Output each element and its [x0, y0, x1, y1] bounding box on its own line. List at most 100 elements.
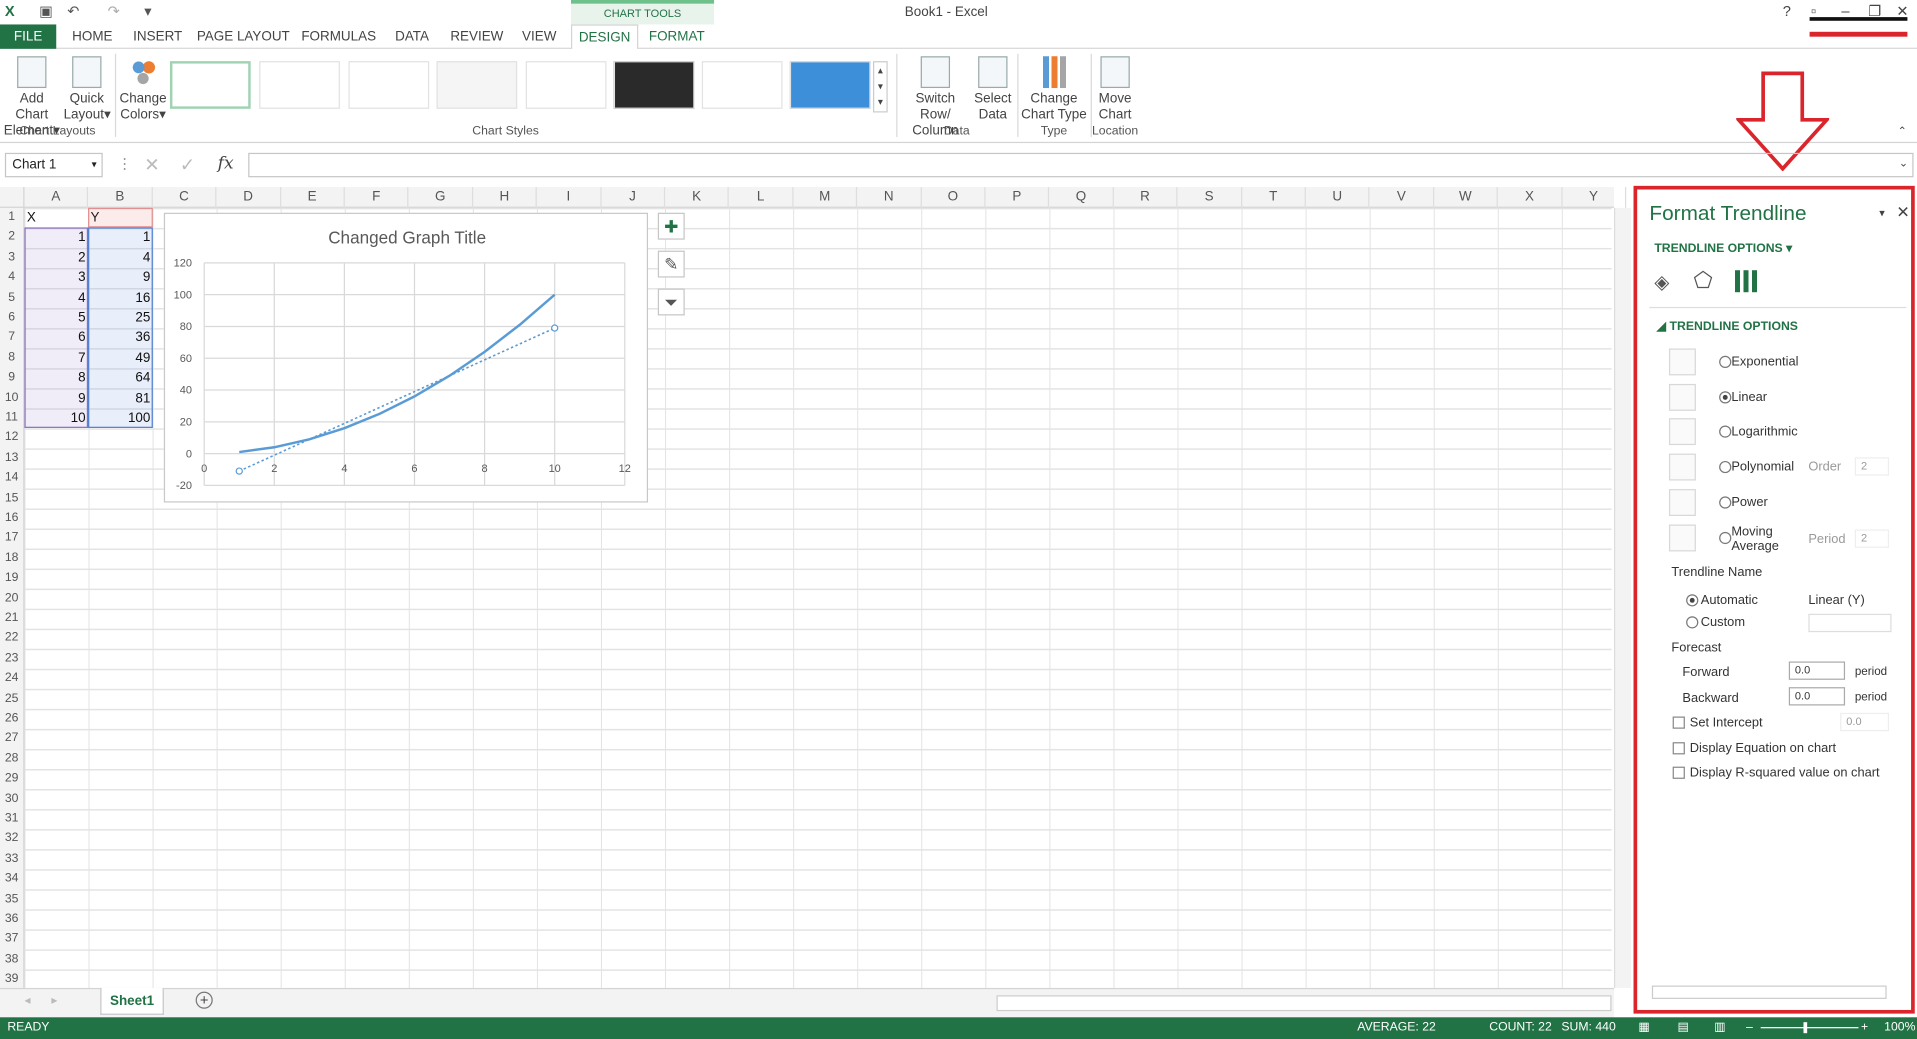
trendline-option-row[interactable]: Linear: [1637, 381, 1906, 413]
chart-style-2[interactable]: [259, 61, 340, 109]
row-header[interactable]: 29: [0, 769, 23, 789]
cell-y-value[interactable]: 36: [88, 328, 150, 348]
change-colors-button[interactable]: Change Colors▾: [119, 56, 168, 123]
row-header[interactable]: 6: [0, 308, 23, 328]
row-header[interactable]: 30: [0, 789, 23, 809]
intercept-input[interactable]: 0.0: [1840, 712, 1890, 732]
row-header[interactable]: 10: [0, 388, 23, 408]
chart-title[interactable]: Changed Graph Title: [328, 228, 486, 247]
cell-x-value[interactable]: 1: [24, 228, 85, 248]
row-header[interactable]: 33: [0, 850, 23, 870]
tab-review[interactable]: REVIEW: [446, 24, 507, 48]
row-header[interactable]: 11: [0, 408, 23, 428]
effects-icon[interactable]: ⬠: [1693, 268, 1712, 294]
chart-object[interactable]: Changed Graph Title -20 0 20 40 60 80 100 120 0 2…: [163, 212, 649, 503]
trendline-options-section[interactable]: ◢ TRENDLINE OPTIONS: [1657, 320, 1798, 333]
column-header[interactable]: D: [217, 187, 281, 208]
insert-function-icon[interactable]: fx: [218, 154, 234, 174]
enter-icon[interactable]: ✓: [180, 154, 195, 176]
row-header[interactable]: 36: [0, 910, 23, 930]
row-header[interactable]: 21: [0, 609, 23, 629]
custom-name-input[interactable]: [1808, 613, 1892, 633]
redo-icon[interactable]: ↷: [108, 2, 120, 19]
column-header[interactable]: E: [281, 187, 345, 208]
backward-input[interactable]: 0.0: [1788, 687, 1846, 706]
normal-view-icon[interactable]: ▦: [1638, 1017, 1650, 1039]
tab-view[interactable]: VIEW: [516, 24, 562, 48]
trendline-option-row[interactable]: Power: [1637, 487, 1906, 519]
fill-line-icon[interactable]: ◈: [1654, 270, 1669, 294]
column-header[interactable]: U: [1306, 187, 1370, 208]
column-header[interactable]: G: [409, 187, 473, 208]
row-header[interactable]: 12: [0, 428, 23, 448]
column-header[interactable]: O: [921, 187, 986, 208]
chart-styles-brush-button[interactable]: ✎: [657, 250, 685, 278]
expand-formula-icon[interactable]: ⌄: [1899, 157, 1908, 170]
column-header[interactable]: B: [89, 187, 153, 208]
chart-style-3[interactable]: [348, 61, 430, 109]
tab-file[interactable]: FILE: [0, 24, 57, 49]
zoom-in-icon[interactable]: +: [1861, 1017, 1868, 1039]
trendline-handle-end[interactable]: [551, 324, 559, 332]
select-all-corner[interactable]: [0, 187, 25, 208]
zoom-level[interactable]: 100%: [1884, 1017, 1915, 1039]
row-header[interactable]: 14: [0, 469, 23, 489]
customize-qat-icon[interactable]: ▾: [144, 2, 151, 19]
row-header[interactable]: 39: [0, 970, 23, 990]
row-header[interactable]: 26: [0, 709, 23, 729]
column-header[interactable]: N: [857, 187, 922, 208]
row-header[interactable]: 7: [0, 328, 23, 348]
row-header[interactable]: 18: [0, 549, 23, 569]
column-header[interactable]: X: [1498, 187, 1563, 208]
column-header[interactable]: A: [24, 187, 89, 208]
horizontal-scrollbar[interactable]: [996, 995, 1612, 1012]
column-header[interactable]: I: [537, 187, 602, 208]
sheet-tab-sheet1[interactable]: Sheet1: [100, 987, 164, 1015]
styles-scroll[interactable]: ▴ ▾ ▾: [873, 61, 888, 113]
row-header[interactable]: 31: [0, 809, 23, 829]
chart-style-4[interactable]: [436, 61, 518, 109]
column-header[interactable]: Q: [1050, 187, 1114, 208]
column-header[interactable]: P: [985, 187, 1050, 208]
page-break-view-icon[interactable]: ▥: [1714, 1017, 1726, 1039]
cell-x-value[interactable]: 4: [24, 288, 85, 308]
zoom-slider-thumb[interactable]: [1803, 1022, 1808, 1034]
tab-formulas[interactable]: FORMULAS: [300, 24, 378, 48]
cell-x-value[interactable]: 10: [24, 408, 86, 428]
trendline-option-row[interactable]: Exponential: [1637, 346, 1906, 378]
row-header[interactable]: 2: [0, 228, 23, 248]
column-header[interactable]: T: [1242, 187, 1306, 208]
formula-input[interactable]: [248, 152, 1914, 178]
tab-data[interactable]: DATA: [386, 24, 437, 48]
zoom-slider[interactable]: [1760, 1027, 1859, 1029]
series-line[interactable]: [239, 293, 556, 454]
chart-style-7[interactable]: [701, 61, 783, 109]
trendline-option-row[interactable]: Logarithmic: [1637, 416, 1906, 448]
row-header[interactable]: 38: [0, 950, 23, 970]
trendline-type-radio[interactable]: [1719, 355, 1732, 369]
row-header[interactable]: 3: [0, 248, 23, 268]
column-header[interactable]: F: [345, 187, 409, 208]
row-header[interactable]: 35: [0, 890, 23, 910]
row-header[interactable]: 19: [0, 569, 23, 589]
row-header[interactable]: 17: [0, 529, 23, 549]
chart-filters-button[interactable]: ⏷: [657, 288, 685, 316]
tab-format[interactable]: FORMAT: [643, 24, 710, 48]
column-header[interactable]: Y: [1562, 187, 1627, 208]
cell-x-value[interactable]: 5: [24, 308, 85, 328]
cell-x-value[interactable]: 8: [24, 368, 85, 388]
select-data-button[interactable]: Select Data: [973, 56, 1012, 123]
chart-style-6[interactable]: [613, 61, 695, 109]
trendline[interactable]: [238, 327, 556, 472]
save-icon[interactable]: ▣: [39, 2, 53, 19]
cell-x-value[interactable]: 3: [24, 268, 85, 288]
custom-radio[interactable]: [1686, 616, 1699, 629]
column-header[interactable]: W: [1434, 187, 1499, 208]
collapse-ribbon-icon[interactable]: ⌃: [1898, 125, 1907, 138]
row-header[interactable]: 4: [0, 268, 23, 288]
cell-a1[interactable]: X: [27, 208, 36, 228]
trendline-type-radio[interactable]: [1719, 531, 1732, 545]
column-header[interactable]: R: [1114, 187, 1178, 208]
cell-y-value[interactable]: 81: [88, 388, 150, 408]
chart-style-5[interactable]: [525, 61, 607, 109]
